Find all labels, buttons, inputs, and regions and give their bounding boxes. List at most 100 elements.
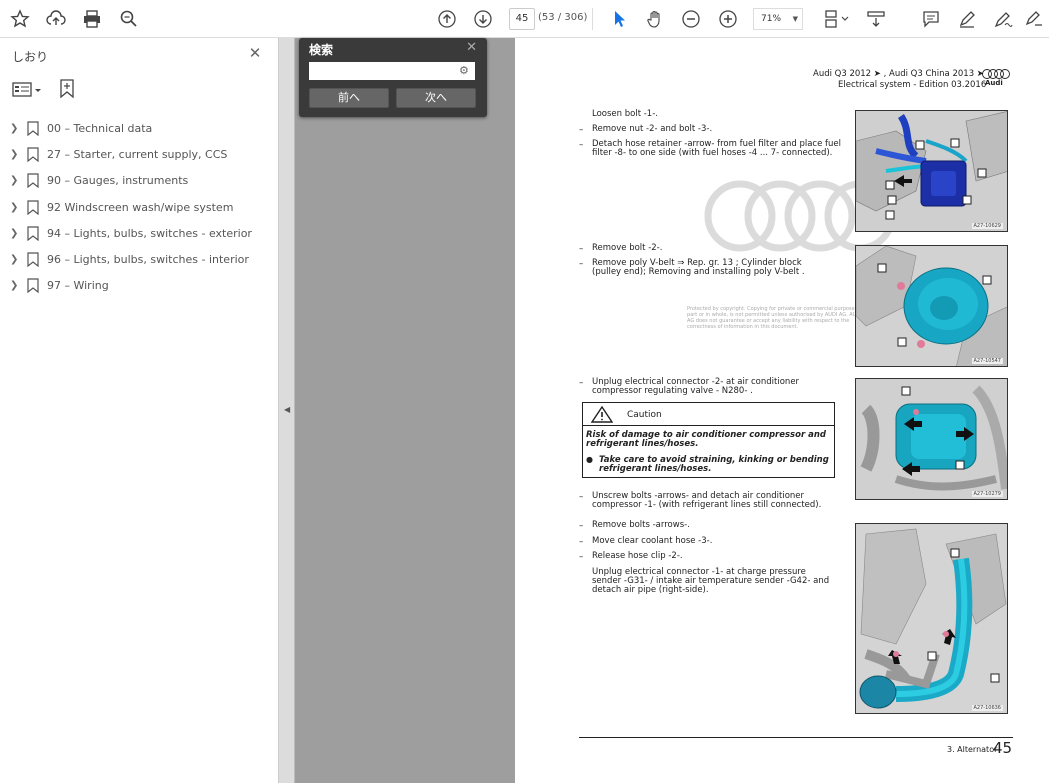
caution-divider (583, 425, 834, 426)
step-text: Remove poly V-belt ⇒ Rep. gr. 13 ; Cylin… (592, 258, 805, 277)
page-view-icon[interactable] (821, 7, 853, 31)
zoom-out-icon[interactable] (679, 7, 703, 31)
bookmark-label: 96 – Lights, bulbs, switches - interior (47, 252, 249, 266)
gear-icon[interactable]: ⚙ (459, 64, 469, 77)
step-text: Move clear coolant hose -3-. (592, 536, 713, 546)
chevron-right-icon[interactable]: ❯ (10, 202, 18, 213)
bookmark-label: 00 – Technical data (47, 122, 153, 135)
compressor-illustration-icon (856, 379, 1007, 499)
chevron-right-icon[interactable]: ❯ (10, 280, 18, 291)
caution-box: Caution Risk of damage to air conditione… (582, 402, 835, 478)
bookmark-label: 94 – Lights, bulbs, switches - exterior (47, 226, 252, 240)
audi-logo-text: Audi (985, 79, 1003, 87)
zoom-in-icon[interactable] (716, 7, 740, 31)
bookmark-item[interactable]: ❯ 92 Windscreen wash/wipe system (0, 195, 279, 221)
pdf-page: Audi Q3 2012 ➤ , Audi Q3 China 2013 ➤ El… (515, 38, 1049, 783)
document-background (279, 38, 515, 783)
step-text: Unplug electrical connector -2- at air c… (592, 377, 800, 396)
toolbar-divider (592, 8, 593, 30)
step-dash: – (579, 125, 584, 135)
bookmark-item[interactable]: ❯ 97 – Wiring (0, 273, 279, 299)
highlight-pen-icon[interactable] (955, 7, 979, 31)
bookmark-list: ❯ 00 – Technical data ❯ 27 – Starter, cu… (0, 116, 279, 299)
figure-coolant-hose: A27-10636 (855, 523, 1008, 714)
page-up-icon[interactable] (435, 7, 459, 31)
zoom-select[interactable]: 71% ▼ (753, 8, 803, 30)
figure-code: A27-10547 (971, 358, 1003, 364)
figure-code: A27-10636 (971, 705, 1003, 711)
bookmark-icon (27, 121, 39, 136)
comment-icon[interactable] (919, 7, 943, 31)
bookmark-item[interactable]: ❯ 27 – Starter, current supply, CCS (0, 142, 279, 168)
step-dash: – (579, 552, 584, 562)
options-menu-icon[interactable] (12, 81, 44, 99)
step-text: Remove nut -2- and bolt -3-. (592, 124, 713, 134)
chevron-right-icon[interactable]: ❯ (10, 175, 18, 186)
bookmark-item[interactable]: ❯ 94 – Lights, bulbs, switches - exterio… (0, 221, 279, 247)
draw-pen-icon[interactable] (991, 7, 1015, 31)
bookmark-icon (27, 173, 39, 189)
step-dash: – (579, 259, 584, 269)
page-down-icon[interactable] (471, 7, 495, 31)
bookmark-item[interactable]: ❯ 90 – Gauges, instruments (0, 168, 279, 194)
bookmarks-panel: しおり ✕ ❯ 00 – Technical data ❯ 27 – Start… (0, 38, 279, 783)
figure-code: A27-10279 (971, 491, 1003, 497)
bookmark-label: 90 – Gauges, instruments (47, 174, 189, 188)
bookmark-icon (27, 278, 39, 294)
warning-icon (591, 406, 613, 423)
find-dialog: 検索 ✕ ⚙ 前へ 次へ (299, 38, 487, 117)
footer-section: 3. Alternator (947, 745, 998, 754)
find-close-button[interactable]: ✕ (466, 40, 477, 55)
figure-alternator: A27-10547 (855, 245, 1008, 367)
footer-page-number: 45 (993, 739, 1013, 757)
step-text: Unscrew bolts -arrows- and detach air co… (592, 491, 822, 510)
chevron-down-icon: ▼ (792, 15, 798, 23)
figure-ac-compressor: A27-10279 (855, 378, 1008, 500)
caution-title: Caution (627, 410, 662, 420)
step-text: Loosen bolt -1-. (592, 109, 658, 119)
step-text: Unplug electrical connector -1- at charg… (592, 567, 830, 595)
bookmark-icon (27, 226, 39, 241)
add-bookmark-icon[interactable] (58, 79, 76, 99)
select-cursor-icon[interactable] (607, 7, 631, 31)
step-dash: – (579, 521, 584, 531)
close-panel-button[interactable]: ✕ (246, 44, 264, 62)
star-icon[interactable] (8, 7, 32, 31)
bookmark-label: 92 Windscreen wash/wipe system (47, 200, 234, 214)
caution-bullet-text: Take care to avoid straining, kinking or… (599, 455, 829, 474)
collapse-panel-icon[interactable]: ◀ (284, 405, 290, 414)
bookmark-icon (27, 199, 39, 215)
step-text: Release hose clip -2-. (592, 551, 683, 561)
step-text: Remove bolts -arrows-. (592, 520, 690, 530)
bookmark-label: 97 – Wiring (47, 279, 109, 293)
chevron-right-icon[interactable]: ❯ (10, 254, 18, 265)
chevron-right-icon[interactable]: ❯ (10, 228, 18, 239)
toolbar: 45 (53 / 306) 71% ▼ (0, 0, 1049, 38)
page-number-input[interactable]: 45 (509, 8, 535, 30)
hand-tool-icon[interactable] (643, 7, 667, 31)
footer-divider (579, 737, 1013, 738)
zoom-search-icon[interactable] (117, 7, 141, 31)
print-icon[interactable] (80, 7, 104, 31)
step-dash: – (579, 492, 584, 502)
bookmark-label: 27 – Starter, current supply, CCS (47, 148, 228, 162)
chevron-right-icon[interactable]: ❯ (10, 149, 18, 160)
find-title: 検索 (309, 43, 334, 57)
zoom-value: 71% (761, 14, 782, 24)
step-text: Remove bolt -2-. (592, 243, 663, 253)
panel-title: しおり (12, 50, 49, 64)
chevron-right-icon[interactable]: ❯ (10, 123, 18, 134)
fill-sign-icon[interactable] (1022, 7, 1046, 31)
cloud-upload-icon[interactable] (44, 7, 68, 31)
bookmark-item[interactable]: ❯ 00 – Technical data (0, 116, 279, 142)
page-header-models: Audi Q3 2012 ➤ , Audi Q3 China 2013 ➤ (813, 69, 984, 79)
find-input[interactable] (309, 62, 475, 80)
find-next-button[interactable]: 次へ (396, 88, 476, 108)
step-dash: – (579, 378, 584, 388)
step-dash: – (579, 140, 584, 150)
find-prev-button[interactable]: 前へ (309, 88, 389, 108)
page-count: (53 / 306) (538, 12, 588, 23)
scroll-mode-icon[interactable] (864, 7, 888, 31)
step-text: Detach hose retainer -arrow- from fuel f… (592, 139, 841, 158)
bookmark-item[interactable]: ❯ 96 – Lights, bulbs, switches - interio… (0, 247, 279, 273)
